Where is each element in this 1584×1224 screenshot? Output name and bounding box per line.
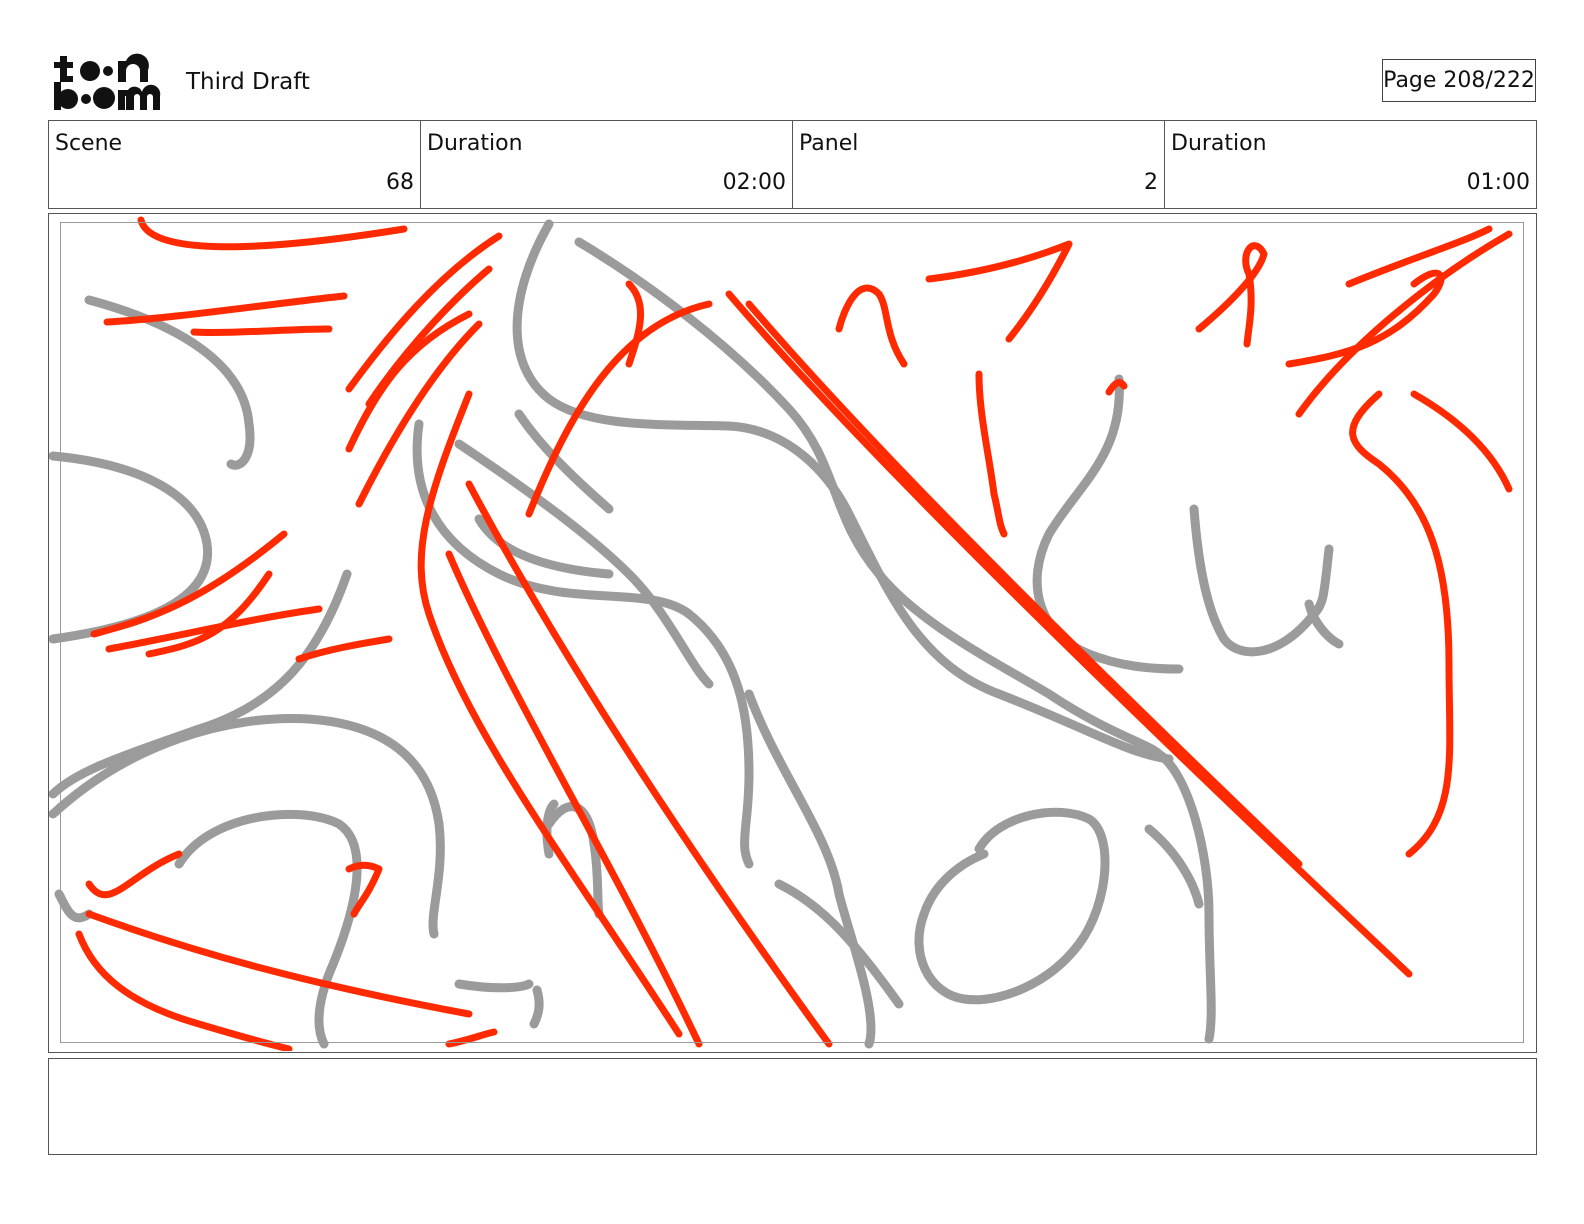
scene-label: Scene	[55, 131, 123, 156]
scene-duration-cell: Duration 02:00	[421, 121, 793, 208]
page-indicator: Page 208/222	[1382, 59, 1536, 102]
panel-cell: Panel 2	[793, 121, 1165, 208]
gray-sketch-strokes	[49, 219, 1344, 1049]
scene-duration-value: 02:00	[722, 170, 786, 195]
scene-duration-label: Duration	[427, 131, 523, 156]
scene-cell: Scene 68	[49, 121, 421, 208]
panel-notes-box	[48, 1058, 1537, 1155]
panel-sketch	[49, 216, 1513, 1051]
document-title: Third Draft	[186, 69, 310, 95]
toon-boom-logo	[52, 52, 164, 112]
panel-value: 2	[1144, 170, 1158, 195]
panel-duration-label: Duration	[1171, 131, 1267, 156]
panel-label: Panel	[799, 131, 859, 156]
panel-duration-value: 01:00	[1466, 170, 1530, 195]
storyboard-panel	[48, 213, 1537, 1053]
panel-duration-cell: Duration 01:00	[1165, 121, 1536, 208]
scene-value: 68	[386, 170, 414, 195]
panel-info-row: Scene 68 Duration 02:00 Panel 2 Duration…	[48, 120, 1537, 209]
